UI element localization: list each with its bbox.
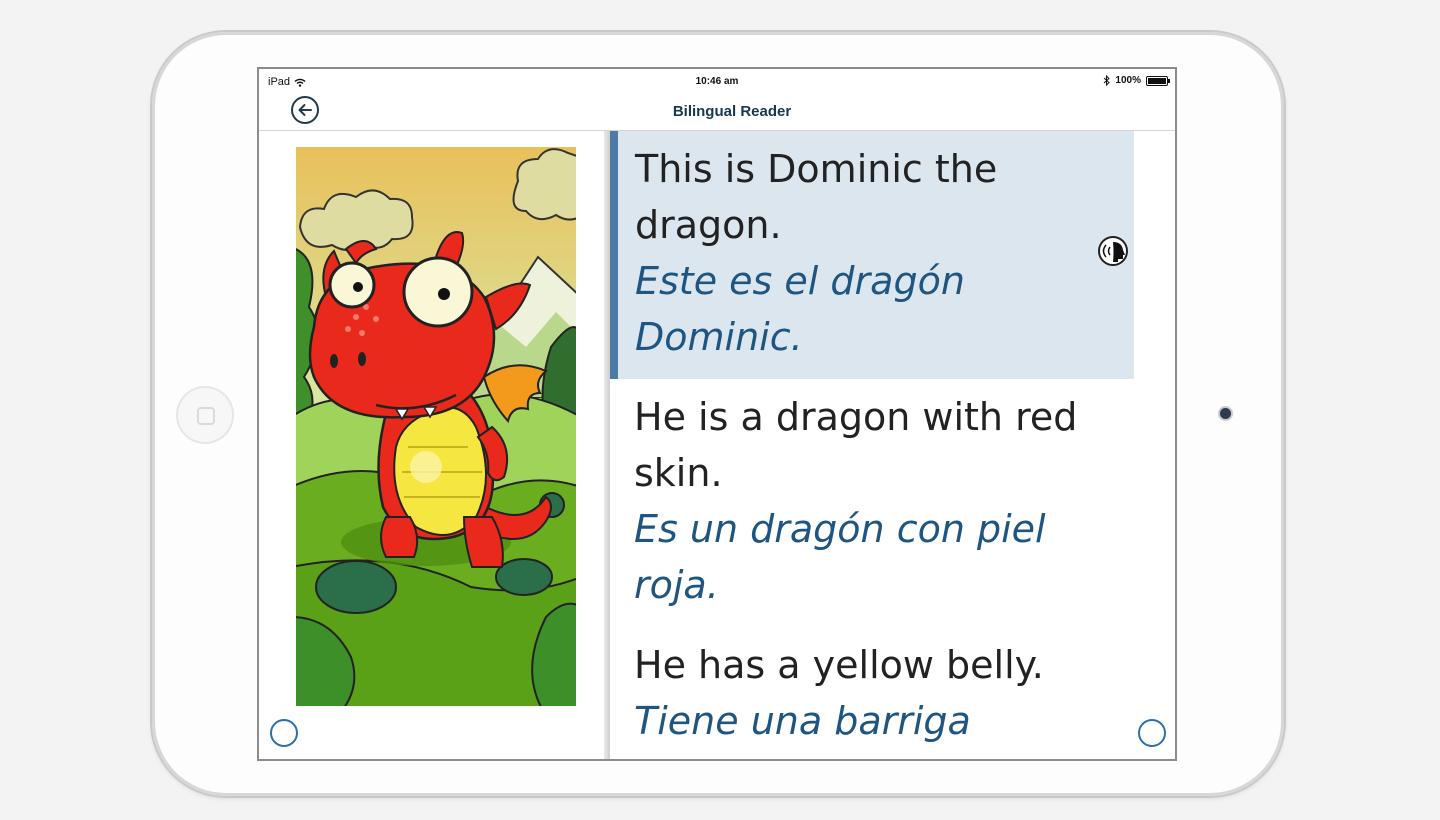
spanish-sentence: Es un dragón con piel roja. [634,507,1046,607]
status-bar: iPad 10:46 am 100% [259,69,1175,93]
right-page: This is Dominic the dragon. Este es el d… [610,131,1175,759]
battery-percent: 100% [1115,75,1141,86]
camera-icon [1220,408,1231,419]
speaking-head-icon [1102,242,1125,262]
spanish-sentence: Este es el dragón Dominic. [635,259,965,359]
page-indicator-left[interactable] [270,719,298,747]
spanish-sentence: Tiene una barriga [634,699,971,743]
left-page [259,131,608,759]
english-sentence: This is Dominic the dragon. [635,147,998,247]
dragon-illustration [296,147,576,706]
battery-icon [1146,75,1170,86]
english-sentence: He is a dragon with red skin. [634,395,1078,495]
home-square-icon [197,407,215,425]
home-button[interactable] [176,386,234,444]
sentence-card[interactable]: He has a yellow belly. Tiene una barriga [610,627,1134,759]
sentence-card[interactable]: He is a dragon with red skin. Es un drag… [610,379,1134,627]
audio-button[interactable] [1098,236,1128,266]
status-time: 10:46 am [695,76,739,87]
page-title: Bilingual Reader [672,103,792,120]
app-screen: iPad 10:46 am 100% Bilingual Reader This… [259,69,1175,759]
sentence-card-active[interactable]: This is Dominic the dragon. Este es el d… [610,131,1134,379]
english-sentence: He has a yellow belly. [634,643,1044,687]
navigation-bar: Bilingual Reader [259,93,1175,131]
bluetooth-icon [1104,75,1111,86]
page-indicator-right[interactable] [1138,719,1166,747]
